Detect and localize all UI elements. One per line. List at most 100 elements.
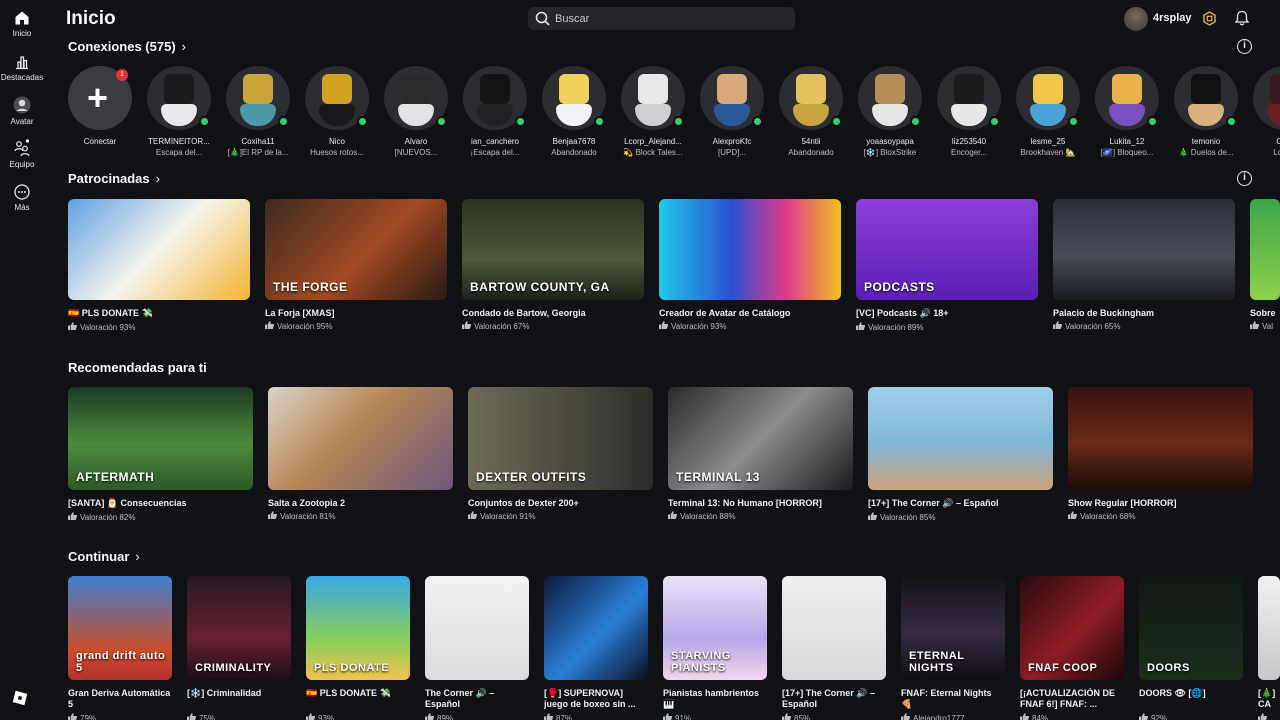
game-thumbnail[interactable] xyxy=(868,387,1053,490)
friend-avatar[interactable] xyxy=(463,66,527,130)
friend-status[interactable]: [🌌] Bloqueo... xyxy=(1087,148,1167,157)
nav-item-featured[interactable]: Destacadas xyxy=(0,54,44,82)
friend-item[interactable]: TERMINEITOR... Escapa del... xyxy=(139,66,219,157)
game-thumbnail[interactable]: FNAF COOP xyxy=(1020,576,1124,680)
game-title[interactable]: [SANTA] 🎅 Consecuencias xyxy=(68,498,253,509)
friend-status[interactable]: Los ca xyxy=(1245,148,1280,157)
section-title[interactable]: Conexiones (575) xyxy=(68,39,176,54)
game-card[interactable]: Creador de Avatar de Catálogo Valoración … xyxy=(659,199,841,331)
friend-item[interactable]: liz253540 Encoger... xyxy=(929,66,1009,157)
game-title[interactable]: The Corner 🔊 – Español xyxy=(425,688,529,710)
game-card[interactable]: [17+] The Corner 🔊 – Español Valoración 8… xyxy=(868,387,1053,522)
game-thumbnail[interactable]: THE FORGE xyxy=(265,199,447,300)
info-icon[interactable]: i xyxy=(1237,171,1252,186)
game-title[interactable]: Conjuntos de Dexter 200+ xyxy=(468,498,653,508)
game-card[interactable]: Sobre Val xyxy=(1250,199,1280,331)
game-thumbnail[interactable]: AFTERMATH xyxy=(68,387,253,490)
game-title[interactable]: DOORS 👁 [🌐] xyxy=(1139,688,1243,710)
game-card[interactable]: 🇪🇸 PLS DONATE 💸 Valoración 93% xyxy=(68,199,250,332)
friend-status[interactable]: [❄️] BloxStrike xyxy=(850,148,930,157)
friend-name[interactable]: Lcorp_Alejand... xyxy=(613,137,693,146)
friend-name[interactable]: Benjaa7678 xyxy=(534,137,614,146)
friend-name[interactable]: Lukita_12 xyxy=(1087,137,1167,146)
game-title[interactable]: [VC] Podcasts 🔊 18+ xyxy=(856,308,1038,319)
game-title[interactable]: [🥊] SUPERNOVA] juego de boxeo sin ... xyxy=(544,688,648,710)
friend-item[interactable]: 54ntii Abandonado xyxy=(771,66,851,157)
friend-avatar[interactable] xyxy=(937,66,1001,130)
connect-avatar[interactable]: +1 xyxy=(68,66,132,130)
game-card[interactable]: DOORS DOORS 👁 [🌐] 92% xyxy=(1139,576,1243,720)
game-card[interactable]: FNAF COOP [¡ACTUALIZACIÓN DE FNAF 6!] FNA… xyxy=(1020,576,1124,720)
game-card[interactable]: [🎄] CA xyxy=(1258,576,1280,720)
game-thumbnail[interactable] xyxy=(1250,199,1280,300)
sponsored-header[interactable]: Patrocinadas › xyxy=(68,171,160,186)
game-title[interactable]: 🇪🇸 PLS DONATE 💸 xyxy=(68,308,250,319)
game-thumbnail[interactable] xyxy=(268,387,453,490)
connections-header[interactable]: Conexiones (575) › xyxy=(68,39,186,54)
nav-item-home[interactable]: Inicio xyxy=(0,10,44,38)
friend-avatar[interactable] xyxy=(305,66,369,130)
friend-item[interactable]: Nico Huesos rotos... xyxy=(297,66,377,157)
game-thumbnail[interactable] xyxy=(1258,576,1280,680)
game-title[interactable]: Gran Deriva Automática 5 xyxy=(68,688,172,710)
game-title[interactable]: FNAF: Eternal Nights 🍕 xyxy=(901,688,1005,710)
game-title[interactable]: [17+] The Corner 🔊 – Español xyxy=(868,498,1053,509)
game-thumbnail[interactable]: ETERNAL NIGHTS xyxy=(901,576,1005,680)
info-icon[interactable]: i xyxy=(1237,39,1252,54)
friend-status[interactable]: Abandonado xyxy=(534,148,614,157)
friend-avatar[interactable] xyxy=(700,66,764,130)
friend-name[interactable]: Alvaro xyxy=(376,137,456,146)
game-thumbnail[interactable] xyxy=(782,576,886,680)
game-title[interactable]: Pianistas hambrientos 🎹 xyxy=(663,688,767,710)
game-thumbnail[interactable]: CRIMINALITY xyxy=(187,576,291,680)
friend-item[interactable]: Alvaro [NUEVOS... xyxy=(376,66,456,157)
game-card[interactable]: [17+] The Corner 🔊 – Español 85% xyxy=(782,576,886,720)
game-thumbnail[interactable]: TERMINAL 13 xyxy=(668,387,853,490)
friend-status[interactable]: [🎄]El RP de la... xyxy=(218,148,298,157)
chevron-right-icon[interactable]: › xyxy=(156,171,160,186)
section-title[interactable]: Continuar xyxy=(68,549,129,564)
game-title[interactable]: Condado de Bartow, Georgia xyxy=(462,308,644,318)
nav-item-avatar[interactable]: Avatar xyxy=(0,96,44,126)
friend-avatar[interactable] xyxy=(1253,66,1280,130)
friend-item[interactable]: Benjaa7678 Abandonado xyxy=(534,66,614,157)
friend-status[interactable]: Abandonado xyxy=(771,148,851,157)
game-thumbnail[interactable] xyxy=(659,199,841,300)
game-card[interactable]: ETERNAL NIGHTS FNAF: Eternal Nights 🍕 Alej… xyxy=(901,576,1005,720)
friend-avatar[interactable] xyxy=(226,66,290,130)
game-card[interactable]: AFTERMATH [SANTA] 🎅 Consecuencias Valoraci… xyxy=(68,387,253,522)
friend-avatar[interactable] xyxy=(1174,66,1238,130)
game-thumbnail[interactable]: grand drift auto 5 xyxy=(68,576,172,680)
robux-icon[interactable] xyxy=(1202,11,1217,26)
game-card[interactable]: STARVING PIANISTS Pianistas hambrientos 🎹… xyxy=(663,576,767,720)
friend-status[interactable]: 💫 Block Tales... xyxy=(613,148,693,157)
game-title[interactable]: [🎄] CA xyxy=(1258,688,1280,710)
game-card[interactable]: PODCASTS [VC] Podcasts 🔊 18+ Valoración 89… xyxy=(856,199,1038,332)
game-card[interactable]: PLS DONATE 🇪🇸 PLS DONATE 💸 93% xyxy=(306,576,410,720)
friend-avatar[interactable] xyxy=(779,66,843,130)
game-card[interactable]: The Corner 🔊 – Español 89% xyxy=(425,576,529,720)
game-title[interactable]: Terminal 13: No Humano [HORROR] xyxy=(668,498,853,508)
friend-name[interactable]: TERMINEITOR... xyxy=(139,137,219,146)
friend-avatar[interactable] xyxy=(384,66,448,130)
game-card[interactable]: [🥊] SUPERNOVA] juego de boxeo sin ... 87% xyxy=(544,576,648,720)
friend-name[interactable]: ian_canchero xyxy=(455,137,535,146)
game-thumbnail[interactable] xyxy=(1068,387,1253,490)
game-card[interactable]: TERMINAL 13 Terminal 13: No Humano [HORRO… xyxy=(668,387,853,521)
friend-item[interactable]: lesme_25 Brookhaven 🏡 xyxy=(1008,66,1088,157)
game-thumbnail[interactable] xyxy=(68,199,250,300)
game-thumbnail[interactable]: BARTOW COUNTY, GA xyxy=(462,199,644,300)
friend-item[interactable]: yoaasoypapa [❄️] BloxStrike xyxy=(850,66,930,157)
game-thumbnail[interactable] xyxy=(425,576,529,680)
friend-status[interactable]: Brookhaven 🏡 xyxy=(1008,148,1088,157)
notification-bell-icon[interactable] xyxy=(1234,10,1250,26)
friend-status[interactable]: Encoger... xyxy=(929,148,1009,157)
game-thumbnail[interactable]: DEXTER OUTFITS xyxy=(468,387,653,490)
game-card[interactable]: BARTOW COUNTY, GA Condado de Bartow, Geor… xyxy=(462,199,644,331)
friend-avatar[interactable] xyxy=(621,66,685,130)
friend-item[interactable]: Okar Los ca xyxy=(1245,66,1280,157)
friend-avatar[interactable] xyxy=(1095,66,1159,130)
game-card[interactable]: grand drift auto 5 Gran Deriva Automática… xyxy=(68,576,172,720)
friend-name[interactable]: yoaasoypapa xyxy=(850,137,930,146)
game-card[interactable]: THE FORGE La Forja [XMAS] Valoración 95% xyxy=(265,199,447,331)
